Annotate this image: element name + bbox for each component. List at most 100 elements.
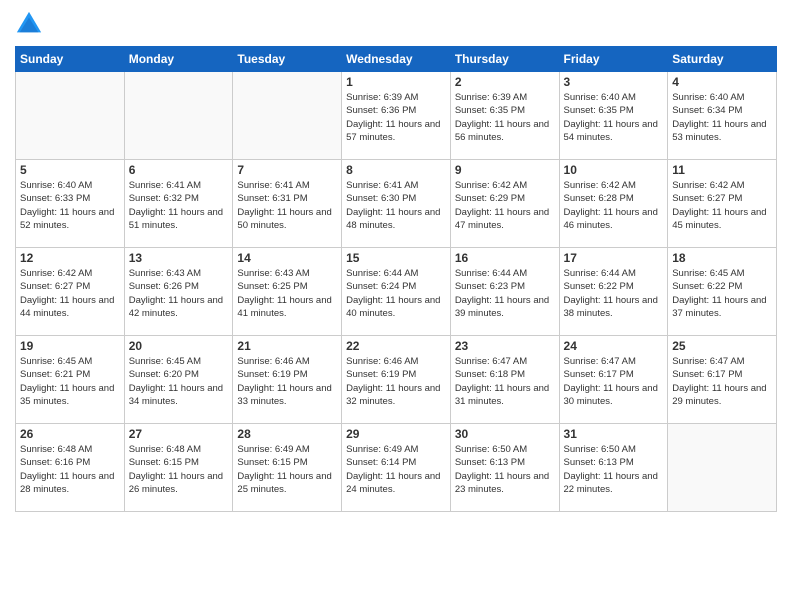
calendar-cell: 21 Sunrise: 6:46 AMSunset: 6:19 PMDayligh… (233, 336, 342, 424)
calendar-header-monday: Monday (124, 47, 233, 72)
day-number: 12 (20, 251, 120, 265)
calendar-cell: 12 Sunrise: 6:42 AMSunset: 6:27 PMDayligh… (16, 248, 125, 336)
day-number: 29 (346, 427, 446, 441)
day-info: Sunrise: 6:48 AMSunset: 6:15 PMDaylight:… (129, 443, 229, 496)
calendar-cell: 6Sunrise: 6:41 AMSunset: 6:32 PMDaylight… (124, 160, 233, 248)
day-info: Sunrise: 6:48 AMSunset: 6:16 PMDaylight:… (20, 443, 120, 496)
day-number: 5 (20, 163, 120, 177)
day-info: Sunrise: 6:50 AMSunset: 6:13 PMDaylight:… (564, 443, 664, 496)
day-number: 17 (564, 251, 664, 265)
day-number: 16 (455, 251, 555, 265)
calendar-cell: 11 Sunrise: 6:42 AMSunset: 6:27 PMDayligh… (668, 160, 777, 248)
day-info: Sunrise: 6:49 AMSunset: 6:15 PMDaylight:… (237, 443, 337, 496)
calendar-cell: 29 Sunrise: 6:49 AMSunset: 6:14 PMDayligh… (342, 424, 451, 512)
calendar-cell: 10Sunrise: 6:42 AMSunset: 6:28 PMDayligh… (559, 160, 668, 248)
calendar-cell: 31 Sunrise: 6:50 AMSunset: 6:13 PMDayligh… (559, 424, 668, 512)
day-number: 4 (672, 75, 772, 89)
day-info: Sunrise: 6:40 AMSunset: 6:35 PMDaylight:… (564, 91, 664, 144)
day-info: Sunrise: 6:41 AMSunset: 6:30 PMDaylight:… (346, 179, 446, 232)
day-number: 1 (346, 75, 446, 89)
day-info: Sunrise: 6:45 AMSunset: 6:20 PMDaylight:… (129, 355, 229, 408)
calendar-cell (16, 72, 125, 160)
calendar-cell: 30 Sunrise: 6:50 AMSunset: 6:13 PMDayligh… (450, 424, 559, 512)
day-number: 25 (672, 339, 772, 353)
day-number: 6 (129, 163, 229, 177)
calendar-cell: 4 Sunrise: 6:40 AMSunset: 6:34 PMDaylight… (668, 72, 777, 160)
calendar-week-row: 26 Sunrise: 6:48 AMSunset: 6:16 PMDayligh… (16, 424, 777, 512)
calendar-cell: 9 Sunrise: 6:42 AMSunset: 6:29 PMDaylight… (450, 160, 559, 248)
calendar-cell: 16 Sunrise: 6:44 AMSunset: 6:23 PMDayligh… (450, 248, 559, 336)
day-info: Sunrise: 6:39 AMSunset: 6:35 PMDaylight:… (455, 91, 555, 144)
day-info: Sunrise: 6:45 AMSunset: 6:21 PMDaylight:… (20, 355, 120, 408)
page: SundayMondayTuesdayWednesdayThursdayFrid… (0, 0, 792, 612)
calendar-header-sunday: Sunday (16, 47, 125, 72)
calendar-cell: 18 Sunrise: 6:45 AMSunset: 6:22 PMDayligh… (668, 248, 777, 336)
day-number: 7 (237, 163, 337, 177)
day-number: 31 (564, 427, 664, 441)
logo (15, 10, 47, 38)
day-number: 9 (455, 163, 555, 177)
calendar-cell: 22 Sunrise: 6:46 AMSunset: 6:19 PMDayligh… (342, 336, 451, 424)
calendar: SundayMondayTuesdayWednesdayThursdayFrid… (15, 46, 777, 512)
day-info: Sunrise: 6:44 AMSunset: 6:24 PMDaylight:… (346, 267, 446, 320)
calendar-cell: 3 Sunrise: 6:40 AMSunset: 6:35 PMDaylight… (559, 72, 668, 160)
day-number: 3 (564, 75, 664, 89)
day-info: Sunrise: 6:40 AMSunset: 6:34 PMDaylight:… (672, 91, 772, 144)
day-info: Sunrise: 6:46 AMSunset: 6:19 PMDaylight:… (237, 355, 337, 408)
day-number: 24 (564, 339, 664, 353)
day-info: Sunrise: 6:42 AMSunset: 6:27 PMDaylight:… (20, 267, 120, 320)
day-info: Sunrise: 6:44 AMSunset: 6:23 PMDaylight:… (455, 267, 555, 320)
day-number: 26 (20, 427, 120, 441)
day-number: 23 (455, 339, 555, 353)
day-info: Sunrise: 6:47 AMSunset: 6:18 PMDaylight:… (455, 355, 555, 408)
calendar-week-row: 12 Sunrise: 6:42 AMSunset: 6:27 PMDayligh… (16, 248, 777, 336)
day-info: Sunrise: 6:42 AMSunset: 6:28 PMDaylight:… (564, 179, 664, 232)
logo-icon (15, 10, 43, 38)
calendar-cell: 1 Sunrise: 6:39 AMSunset: 6:36 PMDaylight… (342, 72, 451, 160)
calendar-cell: 2Sunrise: 6:39 AMSunset: 6:35 PMDaylight… (450, 72, 559, 160)
calendar-cell: 20Sunrise: 6:45 AMSunset: 6:20 PMDayligh… (124, 336, 233, 424)
calendar-cell: 7 Sunrise: 6:41 AMSunset: 6:31 PMDaylight… (233, 160, 342, 248)
day-number: 28 (237, 427, 337, 441)
header (15, 10, 777, 38)
day-number: 11 (672, 163, 772, 177)
day-number: 30 (455, 427, 555, 441)
calendar-cell: 26 Sunrise: 6:48 AMSunset: 6:16 PMDayligh… (16, 424, 125, 512)
day-number: 19 (20, 339, 120, 353)
day-number: 22 (346, 339, 446, 353)
calendar-week-row: 1 Sunrise: 6:39 AMSunset: 6:36 PMDaylight… (16, 72, 777, 160)
day-info: Sunrise: 6:42 AMSunset: 6:27 PMDaylight:… (672, 179, 772, 232)
day-number: 27 (129, 427, 229, 441)
day-number: 18 (672, 251, 772, 265)
day-info: Sunrise: 6:45 AMSunset: 6:22 PMDaylight:… (672, 267, 772, 320)
day-info: Sunrise: 6:49 AMSunset: 6:14 PMDaylight:… (346, 443, 446, 496)
day-info: Sunrise: 6:41 AMSunset: 6:31 PMDaylight:… (237, 179, 337, 232)
calendar-header-friday: Friday (559, 47, 668, 72)
day-number: 14 (237, 251, 337, 265)
day-number: 8 (346, 163, 446, 177)
calendar-week-row: 5 Sunrise: 6:40 AMSunset: 6:33 PMDaylight… (16, 160, 777, 248)
calendar-cell: 23 Sunrise: 6:47 AMSunset: 6:18 PMDayligh… (450, 336, 559, 424)
calendar-header-thursday: Thursday (450, 47, 559, 72)
calendar-header-saturday: Saturday (668, 47, 777, 72)
day-info: Sunrise: 6:42 AMSunset: 6:29 PMDaylight:… (455, 179, 555, 232)
calendar-cell: 15Sunrise: 6:44 AMSunset: 6:24 PMDayligh… (342, 248, 451, 336)
calendar-cell: 28 Sunrise: 6:49 AMSunset: 6:15 PMDayligh… (233, 424, 342, 512)
day-info: Sunrise: 6:40 AMSunset: 6:33 PMDaylight:… (20, 179, 120, 232)
calendar-cell: 5 Sunrise: 6:40 AMSunset: 6:33 PMDaylight… (16, 160, 125, 248)
day-info: Sunrise: 6:50 AMSunset: 6:13 PMDaylight:… (455, 443, 555, 496)
calendar-cell: 14 Sunrise: 6:43 AMSunset: 6:25 PMDayligh… (233, 248, 342, 336)
day-info: Sunrise: 6:43 AMSunset: 6:26 PMDaylight:… (129, 267, 229, 320)
calendar-cell: 8 Sunrise: 6:41 AMSunset: 6:30 PMDaylight… (342, 160, 451, 248)
calendar-cell (124, 72, 233, 160)
day-info: Sunrise: 6:39 AMSunset: 6:36 PMDaylight:… (346, 91, 446, 144)
day-info: Sunrise: 6:46 AMSunset: 6:19 PMDaylight:… (346, 355, 446, 408)
day-number: 13 (129, 251, 229, 265)
calendar-cell (233, 72, 342, 160)
day-info: Sunrise: 6:47 AMSunset: 6:17 PMDaylight:… (564, 355, 664, 408)
calendar-header-row: SundayMondayTuesdayWednesdayThursdayFrid… (16, 47, 777, 72)
day-number: 21 (237, 339, 337, 353)
day-info: Sunrise: 6:43 AMSunset: 6:25 PMDaylight:… (237, 267, 337, 320)
day-info: Sunrise: 6:44 AMSunset: 6:22 PMDaylight:… (564, 267, 664, 320)
calendar-cell: 19 Sunrise: 6:45 AMSunset: 6:21 PMDayligh… (16, 336, 125, 424)
